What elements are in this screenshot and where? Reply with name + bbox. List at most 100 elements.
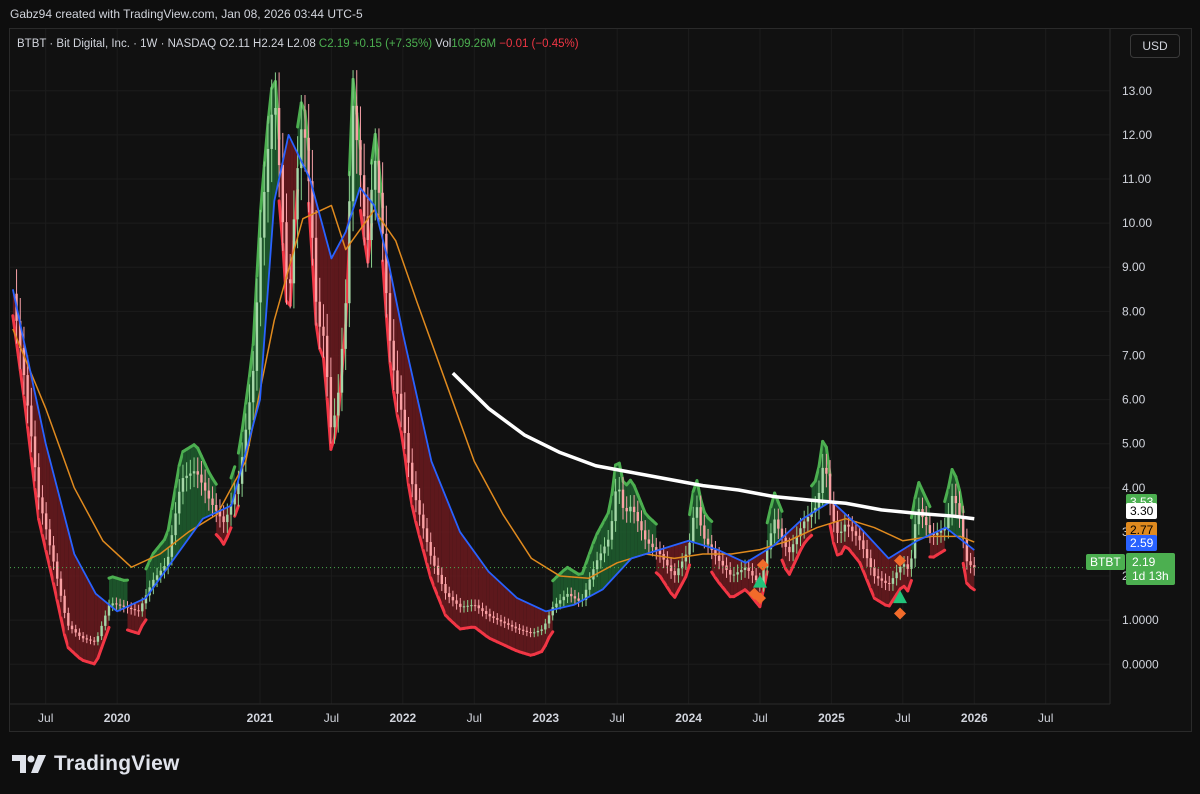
candle-body (632, 506, 636, 513)
candle-body (48, 529, 52, 546)
x-tick-label: 2022 (390, 711, 417, 725)
trailing-stop-down (969, 585, 976, 592)
candle-body (470, 605, 473, 607)
trailing-stop-down (939, 548, 947, 554)
bull-cloud-segment (123, 580, 128, 609)
candle-body (252, 370, 255, 403)
bear-cloud-segment (434, 468, 439, 597)
bear-cloud-segment (486, 568, 490, 639)
bear-cloud-segment (730, 555, 734, 597)
x-tick-label: Jul (752, 711, 767, 725)
y-tick-label: 9.00 (1122, 260, 1146, 274)
candle-body (854, 531, 858, 536)
candle-body (222, 516, 225, 523)
candle-body (836, 521, 839, 533)
candle-body (425, 528, 429, 543)
footer: TradingView (0, 740, 1200, 794)
candle-body (111, 603, 114, 606)
x-tick-label: 2020 (104, 711, 131, 725)
candle-body (751, 570, 754, 576)
candle-body (181, 478, 185, 492)
candle-body (847, 524, 850, 527)
candle-body (825, 467, 828, 474)
bear-cloud-segment (456, 523, 461, 629)
bear-cloud-segment (878, 547, 882, 603)
bear-cloud-segment (460, 532, 464, 629)
candle-body (640, 521, 643, 531)
candle-body (329, 377, 333, 428)
candle-body (429, 542, 432, 556)
candle-body (666, 559, 669, 566)
bear-cloud-segment (500, 583, 505, 646)
candle-body (699, 507, 702, 526)
bull-cloud-segment (190, 444, 195, 537)
candle-body (481, 608, 484, 612)
bear-cloud-segment (733, 557, 738, 597)
candle-body (314, 237, 318, 302)
candle-body (41, 497, 44, 514)
candle-body (52, 545, 55, 562)
candle-body (717, 555, 721, 561)
candle-body (629, 506, 632, 512)
x-tick-label: Jul (895, 711, 910, 725)
candle-body (521, 629, 525, 631)
ma-fast-line (11, 133, 975, 613)
bear-cloud-segment (427, 441, 431, 578)
candle-body (684, 554, 688, 562)
bear-cloud-segment (412, 375, 416, 523)
candle-body (747, 567, 750, 571)
currency-button[interactable]: USD (1130, 34, 1180, 58)
bear-cloud-segment (523, 600, 527, 655)
x-tick-label: 2026 (961, 711, 988, 725)
candle-body (403, 409, 407, 434)
bull-cloud-segment (567, 567, 572, 607)
candle-body (203, 482, 207, 491)
candle-body (547, 615, 551, 624)
candle-body (63, 595, 66, 613)
sell-diamond-marker (894, 607, 906, 620)
candle-body (381, 192, 384, 234)
bear-cloud-segment (75, 556, 80, 659)
candle-body (89, 639, 92, 641)
candle-body (174, 513, 177, 536)
candle-body (714, 550, 717, 556)
price-tag-blue: 2.59 (1126, 535, 1158, 551)
bear-cloud-segment (68, 530, 73, 652)
bear-cloud-segment (441, 486, 446, 616)
last-price-value: 2.19 (1132, 555, 1156, 569)
x-tick-label: 2025 (818, 711, 845, 725)
candle-body (496, 618, 499, 620)
candle-body (869, 558, 872, 568)
candle-body (388, 293, 392, 341)
candle-body (107, 605, 111, 616)
candle-body (444, 584, 447, 594)
tradingview-logo-icon (12, 755, 46, 773)
candle-body (178, 491, 181, 514)
candle-body (673, 571, 676, 576)
tradingview-logo[interactable]: TradingView (12, 752, 180, 776)
bear-cloud-segment (467, 542, 472, 628)
bear-cloud-segment (79, 563, 84, 661)
bear-cloud-segment (423, 425, 428, 565)
bear-cloud-segment (475, 552, 479, 631)
candle-body (129, 607, 133, 610)
bear-cloud-segment (478, 558, 483, 634)
y-tick-label: 1.0000 (1122, 613, 1159, 627)
candle-body (281, 165, 284, 223)
ohlc-close: C2.19 (318, 38, 350, 50)
candle-body (477, 605, 480, 609)
price-chart[interactable]: 13.00 12.00 11.00 10.00 9.00 8.00 7.00 6.00 5.00… (10, 29, 1191, 731)
candle-body (721, 560, 725, 566)
candle-body (285, 222, 288, 280)
symbol-tag: BTBT (1086, 554, 1125, 570)
candle-body (59, 578, 63, 596)
candle-body (81, 635, 85, 639)
candle-body (270, 114, 273, 149)
bull-cloud-segment (648, 517, 653, 554)
candle-body (96, 636, 100, 642)
candle-body (362, 175, 366, 217)
symbol-legend[interactable]: BTBT · Bit Digital, Inc. · 1W · NASDAQ O… (17, 38, 579, 50)
candle-body (902, 564, 906, 567)
candle-body (736, 572, 739, 575)
candle-body (462, 606, 466, 608)
